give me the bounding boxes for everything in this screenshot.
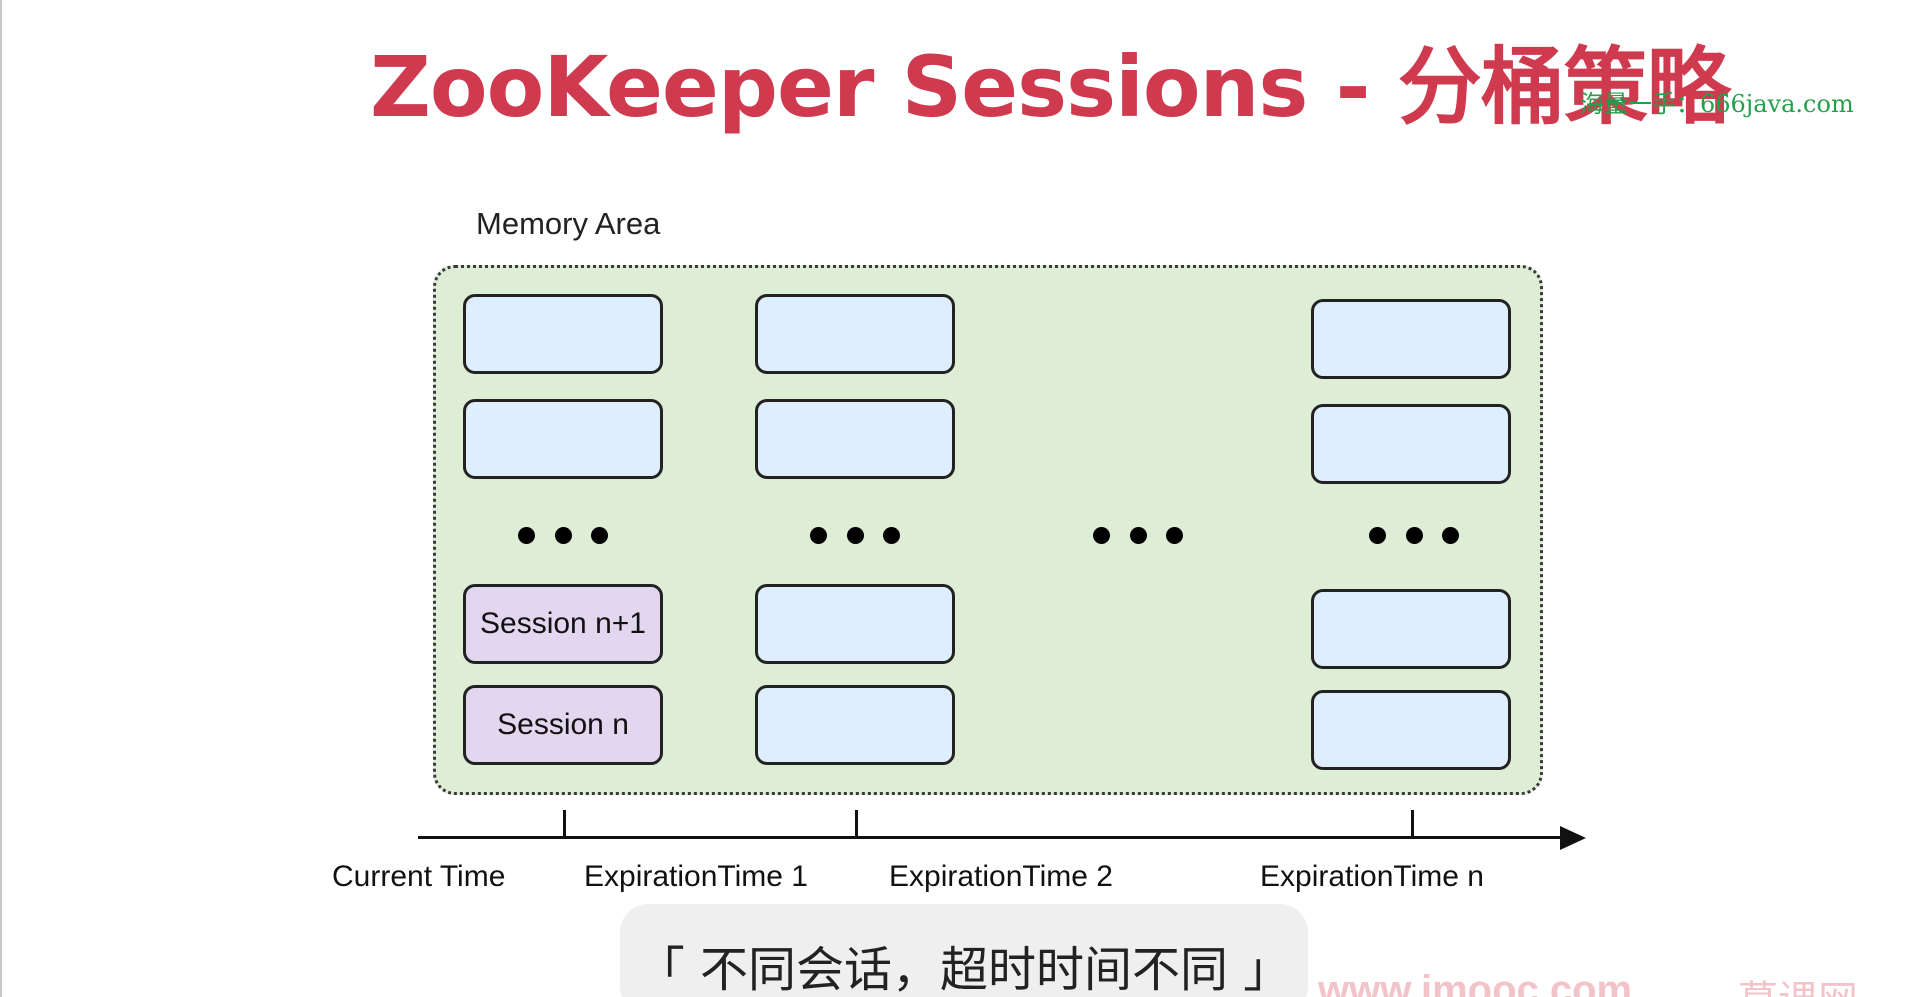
current-time-label: Current Time [332, 860, 506, 893]
session-box [463, 294, 663, 374]
session-box [755, 399, 955, 479]
expiration-time-2-label: ExpirationTime 2 [889, 860, 1113, 893]
time-axis [418, 836, 1568, 839]
brand-watermark: 慕课网 [1738, 968, 1858, 997]
axis-tick [1411, 810, 1414, 837]
axis-tick [563, 810, 566, 837]
expiration-time-1-label: ExpirationTime 1 [584, 860, 808, 893]
site-watermark: www.imooc.com [1318, 968, 1633, 997]
session-box [755, 584, 955, 664]
axis-arrow-head [1560, 826, 1586, 850]
left-edge-line [0, 0, 2, 997]
slide: ZooKeeper Sessions - 分桶策略 海量一手：666java.c… [0, 0, 1920, 997]
ellipsis-dots [1369, 523, 1459, 547]
session-n-plus-1-box: Session n+1 [463, 584, 663, 664]
session-box [1311, 690, 1511, 770]
watermark-text: 海量一手：666java.com [1580, 90, 1854, 118]
axis-tick [855, 810, 858, 837]
session-box [1311, 299, 1511, 379]
session-box [1311, 589, 1511, 669]
session-box [755, 685, 955, 765]
ellipsis-dots [1093, 523, 1183, 547]
ellipsis-dots [810, 523, 900, 547]
session-box [1311, 404, 1511, 484]
session-n-box: Session n [463, 685, 663, 765]
slide-title: ZooKeeper Sessions - 分桶策略 [370, 38, 1731, 136]
session-box [463, 399, 663, 479]
ellipsis-dots [518, 523, 608, 547]
memory-area: Session n+1 Session n [433, 265, 1543, 795]
subtitle-caption: 「 不同会话，超时时间不同 」 [636, 942, 1292, 997]
expiration-time-n-label: ExpirationTime n [1260, 860, 1484, 893]
session-box [755, 294, 955, 374]
memory-area-label: Memory Area [476, 206, 661, 241]
